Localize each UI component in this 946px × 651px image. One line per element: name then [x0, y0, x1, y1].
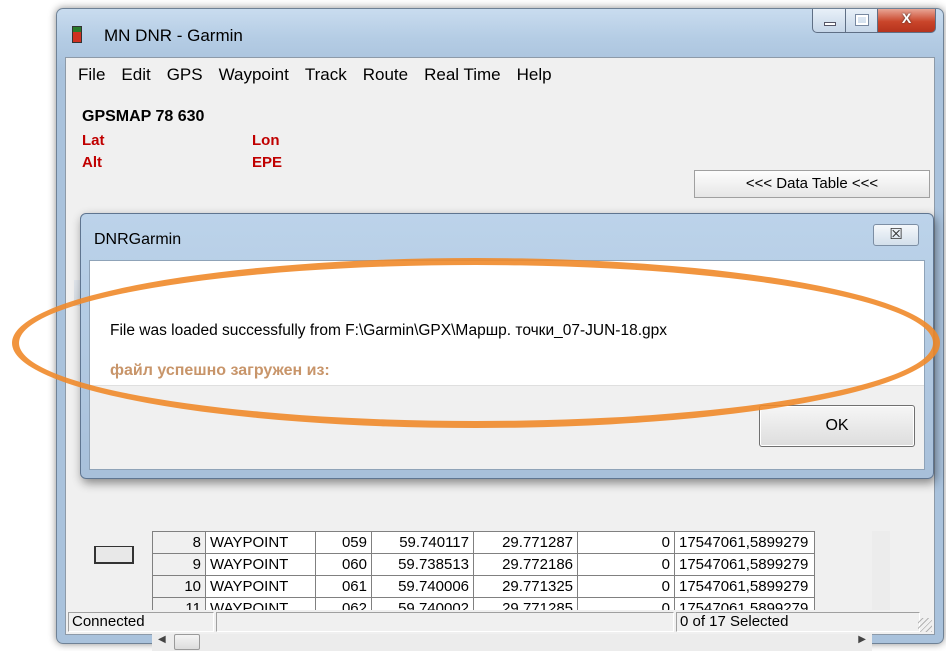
cell-value: 17547061,5899279 [674, 575, 815, 598]
menu-bar: File Edit GPS Waypoint Track Route Real … [66, 58, 934, 92]
lat-label: Lat [82, 132, 105, 149]
menu-file[interactable]: File [72, 65, 111, 85]
alt-label: Alt [82, 154, 102, 171]
minimize-icon [824, 22, 836, 26]
side-button[interactable] [94, 546, 134, 564]
row-number: 8 [152, 531, 206, 554]
menu-track[interactable]: Track [299, 65, 353, 85]
title-bar[interactable]: MN DNR - Garmin X [57, 9, 943, 57]
cell-type: WAYPOINT [205, 553, 316, 576]
cell-lon: 29.771325 [473, 575, 578, 598]
device-model: GPSMAP 78 630 [82, 108, 205, 125]
dialog-message: File was loaded successfully from F:\Gar… [110, 322, 667, 339]
epe-label: EPE [252, 154, 283, 171]
table-row[interactable]: 8 WAYPOINT 059 59.740117 29.771287 0 175… [152, 531, 815, 554]
table-row[interactable]: 10 WAYPOINT 061 59.740006 29.771325 0 17… [152, 575, 815, 598]
cell-lat: 59.740117 [371, 531, 474, 554]
cell-lon: 29.771287 [473, 531, 578, 554]
dialog-footer: OK [90, 385, 924, 469]
menu-help[interactable]: Help [511, 65, 558, 85]
cell-id: 061 [315, 575, 372, 598]
menu-edit[interactable]: Edit [115, 65, 156, 85]
table-row[interactable]: 9 WAYPOINT 060 59.738513 29.772186 0 175… [152, 553, 815, 576]
cell-value: 17547061,5899279 [674, 531, 815, 554]
close-button[interactable]: X [878, 9, 936, 33]
device-info-panel: GPSMAP 78 630 Lat Lon Alt EPE <<< Data T… [66, 92, 934, 232]
status-middle [216, 612, 674, 632]
menu-real-time[interactable]: Real Time [418, 65, 507, 85]
dialog-body: File was loaded successfully from F:\Gar… [89, 260, 925, 470]
window-title: MN DNR - Garmin [104, 26, 243, 45]
cell-lat: 59.738513 [371, 553, 474, 576]
message-dialog: DNRGarmin ☒ File was loaded successfully… [80, 213, 934, 479]
status-selection: 0 of 17 Selected [676, 612, 920, 632]
data-table-button[interactable]: <<< Data Table <<< [694, 170, 930, 198]
dialog-close-button[interactable]: ☒ [873, 224, 919, 246]
row-number: 9 [152, 553, 206, 576]
menu-gps[interactable]: GPS [161, 65, 209, 85]
row-number: 10 [152, 575, 206, 598]
cell-type: WAYPOINT [205, 531, 316, 554]
lon-label: Lon [252, 132, 280, 149]
cell-alt: 0 [577, 575, 675, 598]
menu-route[interactable]: Route [357, 65, 414, 85]
cell-lat: 59.740006 [371, 575, 474, 598]
cell-alt: 0 [577, 531, 675, 554]
status-bar: Connected 0 of 17 Selected [66, 610, 934, 634]
dialog-translation: файл успешно загружен из: [110, 362, 330, 379]
menu-waypoint[interactable]: Waypoint [213, 65, 295, 85]
close-icon: X [901, 10, 912, 26]
cell-id: 060 [315, 553, 372, 576]
scroll-right-icon[interactable]: ▶ [858, 634, 866, 645]
dialog-title: DNRGarmin [94, 231, 182, 248]
app-icon [72, 26, 82, 43]
scroll-thumb[interactable] [174, 634, 200, 650]
cell-alt: 0 [577, 553, 675, 576]
ok-button[interactable]: OK [759, 405, 915, 447]
status-connection: Connected [68, 612, 214, 632]
scroll-left-icon[interactable]: ◀ [158, 634, 166, 645]
resize-grip-icon[interactable] [918, 618, 932, 632]
maximize-button [846, 9, 878, 33]
minimize-button[interactable] [812, 9, 846, 33]
cell-id: 059 [315, 531, 372, 554]
close-icon: ☒ [889, 226, 903, 243]
cell-type: WAYPOINT [205, 575, 316, 598]
cell-lon: 29.772186 [473, 553, 578, 576]
maximize-icon [855, 14, 869, 26]
caption-buttons: X [812, 9, 936, 33]
waypoint-table: 8 WAYPOINT 059 59.740117 29.771287 0 175… [152, 531, 815, 620]
cell-value: 17547061,5899279 [674, 553, 815, 576]
horizontal-scrollbar[interactable]: ◀ ▶ [152, 631, 872, 651]
